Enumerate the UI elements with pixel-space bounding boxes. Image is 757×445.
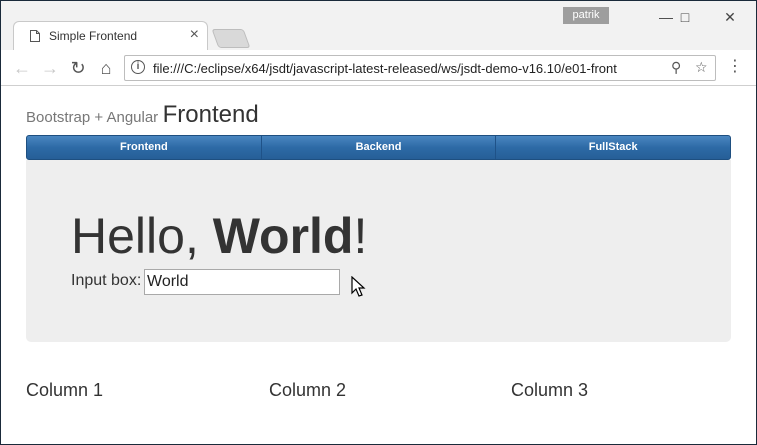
maximize-button[interactable]: □ — [663, 6, 707, 28]
jumbotron: Hello, World! Input box: — [26, 160, 731, 342]
column-2-heading: Column 2 — [269, 380, 347, 400]
browser-tab[interactable]: Simple Frontend × — [13, 21, 208, 50]
web-page: Bootstrap + Angular Frontend Frontend Ba… — [1, 86, 756, 444]
address-bar[interactable]: i file:///C:/eclipse/x64/jsdt/javascript… — [124, 55, 716, 81]
url-text[interactable]: file:///C:/eclipse/x64/jsdt/javascript-l… — [153, 61, 663, 76]
hello-heading: Hello, World! — [71, 208, 367, 264]
nav-item-frontend[interactable]: Frontend — [27, 136, 262, 159]
column-3-heading: Column 3 — [511, 380, 589, 400]
brand-title: Frontend — [162, 101, 259, 128]
column-1-heading: Column 1 — [26, 380, 104, 400]
hello-prefix: Hello, — [71, 208, 199, 264]
nav-item-fullstack[interactable]: FullStack — [496, 136, 730, 159]
user-badge[interactable]: patrik — [563, 7, 609, 24]
zoom-icon[interactable]: ⚲ — [671, 59, 681, 76]
bookmark-star-icon[interactable]: ☆ — [695, 59, 708, 76]
tab-title: Simple Frontend — [49, 29, 138, 43]
hello-name: World — [212, 208, 354, 264]
page-icon — [30, 30, 40, 42]
tab-close-icon[interactable]: × — [190, 26, 199, 44]
name-input[interactable] — [144, 269, 340, 295]
page-brand: Bootstrap + Angular Frontend — [26, 101, 259, 129]
close-window-button[interactable]: ✕ — [708, 6, 752, 28]
reload-icon[interactable]: ↻ — [67, 57, 89, 79]
title-bar: patrik — □ ✕ Simple Frontend × — [1, 1, 756, 50]
browser-toolbar: ← → ↻ ⌂ i file:///C:/eclipse/x64/jsdt/ja… — [1, 50, 756, 86]
brand-subtitle: Bootstrap + Angular — [26, 109, 159, 126]
back-arrow-icon[interactable]: ← — [11, 57, 33, 79]
new-tab-button[interactable] — [211, 29, 251, 48]
browser-menu-icon[interactable]: ⋮ — [727, 58, 743, 76]
browser-window: patrik — □ ✕ Simple Frontend × ← → ↻ ⌂ i… — [1, 1, 756, 444]
forward-arrow-icon[interactable]: → — [39, 57, 61, 79]
main-navbar: Frontend Backend FullStack — [26, 135, 731, 160]
input-label: Input box: — [71, 272, 142, 289]
info-icon[interactable]: i — [131, 60, 145, 74]
mouse-cursor-icon — [351, 276, 366, 297]
hello-suffix: ! — [353, 208, 368, 264]
home-icon[interactable]: ⌂ — [95, 57, 117, 79]
nav-item-backend[interactable]: Backend — [262, 136, 497, 159]
